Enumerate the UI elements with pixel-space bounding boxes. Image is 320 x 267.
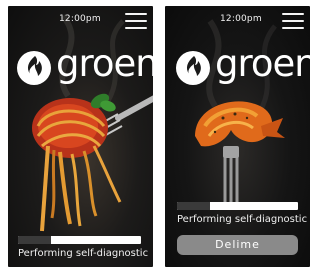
status-bar: 12:00pm bbox=[8, 6, 153, 32]
hamburger-menu-icon[interactable] bbox=[282, 12, 304, 29]
groen-logo: groen bbox=[16, 42, 153, 86]
delime-button[interactable]: Delime bbox=[177, 235, 298, 255]
status-message: Performing self-diagnostic bbox=[177, 214, 308, 225]
groen-logo: groen bbox=[175, 42, 310, 86]
progress-bar bbox=[18, 236, 141, 244]
phone-screen-right: 12:00pm groen Performing self-diagnostic… bbox=[165, 6, 310, 267]
progress-fill bbox=[177, 202, 210, 210]
progress-fill bbox=[18, 236, 52, 244]
status-message: Performing self-diagnostic bbox=[18, 248, 149, 259]
progress-bar bbox=[177, 202, 298, 210]
brand-name: groen bbox=[215, 42, 310, 85]
clock: 12:00pm bbox=[59, 14, 101, 24]
groen-flame-logo-icon bbox=[17, 51, 51, 85]
groen-flame-logo-icon bbox=[176, 51, 210, 85]
brand-name: groen bbox=[56, 42, 153, 85]
phone-screen-left: 12:00pm groen Performing self-diagnostic bbox=[8, 6, 153, 267]
hamburger-menu-icon[interactable] bbox=[125, 12, 147, 29]
status-bar: 12:00pm bbox=[165, 6, 310, 32]
clock: 12:00pm bbox=[220, 14, 262, 24]
